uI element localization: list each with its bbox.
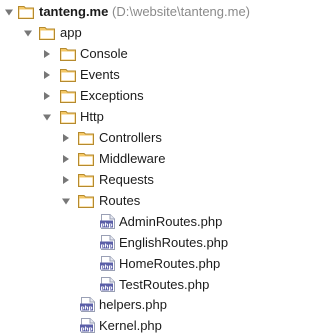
tree-row-console[interactable]: Console [0,43,281,64]
tree-row-label: Http [80,109,104,124]
php-file-icon [100,214,116,229]
tree-row-exceptions[interactable]: Exceptions [0,85,281,106]
chevron-right-icon[interactable] [42,49,52,59]
tree-row-app[interactable]: app [0,22,281,43]
php-file-icon [80,297,96,312]
tree-row-label: Requests [99,172,154,187]
tree-row-middleware[interactable]: Middleware [0,148,281,169]
tree-row-label: helpers.php [99,297,167,312]
folder-icon [78,193,94,208]
php-file-icon [100,256,116,271]
chevron-down-icon[interactable] [23,28,33,38]
tree-row-label: Console [80,46,128,61]
chevron-down-icon[interactable] [42,112,52,122]
tree-row-file[interactable]: EnglishRoutes.php [0,232,281,253]
tree-row-label: HomeRoutes.php [119,256,221,271]
folder-icon [60,46,76,61]
tree-row-file[interactable]: helpers.php [0,294,281,315]
tree-row-label: Controllers [99,130,162,145]
chevron-right-icon[interactable] [61,133,71,143]
tree-row-label: Kernel.php [99,318,162,333]
tree-row-file[interactable]: Kernel.php [0,315,281,336]
folder-icon [78,130,94,145]
php-file-icon [100,235,116,250]
folder-icon [18,4,34,19]
chevron-right-icon[interactable] [42,91,52,101]
tree-row-label: Exceptions [80,88,144,103]
folder-icon [60,67,76,82]
tree-row-file[interactable]: HomeRoutes.php [0,253,281,274]
tree-row-http[interactable]: Http [0,106,281,127]
php-file-icon [100,277,116,292]
folder-icon [39,25,55,40]
tree-row-label: Routes [99,193,141,208]
tree-row-controllers[interactable]: Controllers [0,127,281,148]
tree-row-label: AdminRoutes.php [119,214,223,229]
project-tree: tanteng.me (D:\website\tanteng.me) app C… [0,0,281,336]
tree-row-label: TestRoutes.php [119,277,210,292]
chevron-right-icon[interactable] [42,70,52,80]
tree-row-label: tanteng.me [39,4,109,19]
tree-row-routes[interactable]: Routes [0,190,281,211]
chevron-right-icon[interactable] [61,175,71,185]
tree-row-events[interactable]: Events [0,64,281,85]
folder-icon [78,151,94,166]
folder-icon [60,109,76,124]
tree-row-label: app [60,25,82,40]
php-file-icon [80,318,96,333]
tree-row-requests[interactable]: Requests [0,169,281,190]
chevron-down-icon[interactable] [61,196,71,206]
tree-row-root[interactable]: tanteng.me (D:\website\tanteng.me) [0,1,281,22]
tree-row-label: Events [80,67,120,82]
tree-row-file[interactable]: AdminRoutes.php [0,211,281,232]
chevron-right-icon[interactable] [61,154,71,164]
chevron-down-icon[interactable] [4,7,14,17]
folder-icon [60,88,76,103]
tree-row-label: Middleware [99,151,166,166]
folder-icon [78,172,94,187]
tree-row-file[interactable]: TestRoutes.php [0,274,281,295]
project-path: (D:\website\tanteng.me) [112,4,251,19]
tree-row-label: EnglishRoutes.php [119,235,229,250]
